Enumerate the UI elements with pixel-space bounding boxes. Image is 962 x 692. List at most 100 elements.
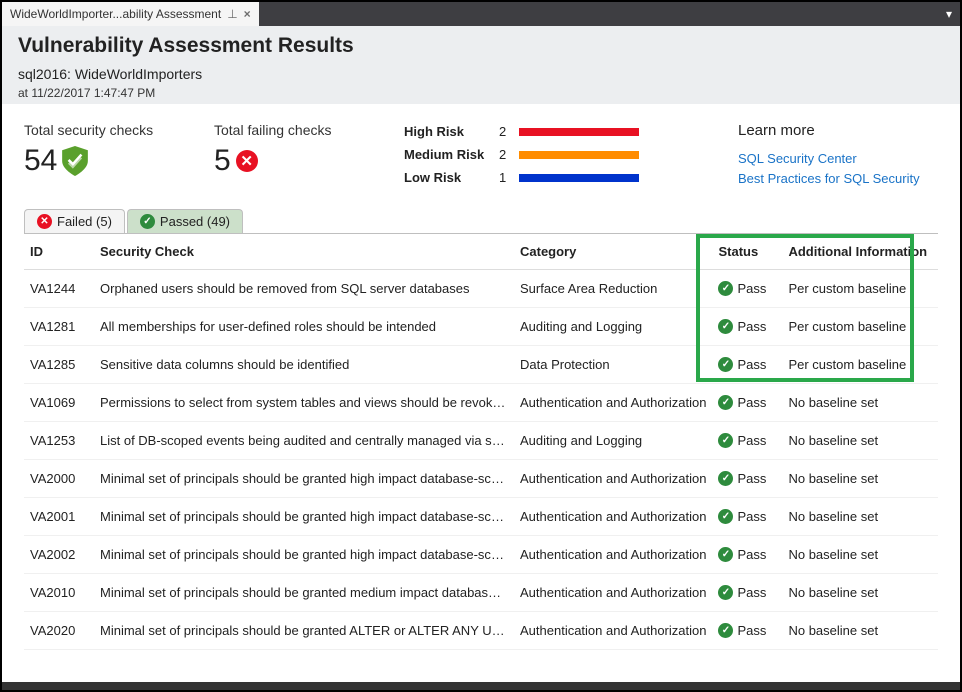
cell-security-check: Minimal set of principals should be gran… <box>94 460 514 498</box>
cell-status: ✓Pass <box>712 460 782 498</box>
check-icon: ✓ <box>718 623 733 638</box>
scan-timestamp: at 11/22/2017 1:47:47 PM <box>18 86 944 100</box>
cell-id: VA2000 <box>24 460 94 498</box>
cell-category: Authentication and Authorization <box>514 574 712 612</box>
table-row[interactable]: VA2020Minimal set of principals should b… <box>24 612 938 650</box>
result-tabs: ✕ Failed (5) ✓ Passed (49) <box>2 209 960 233</box>
table-row[interactable]: VA1281All memberships for user-defined r… <box>24 308 938 346</box>
failing-checks-value: 5 <box>214 144 231 178</box>
cell-additional-info: No baseline set <box>782 612 938 650</box>
risk-row: Low Risk1 <box>404 170 639 185</box>
server-database-label: sql2016: WideWorldImporters <box>18 66 944 82</box>
cell-category: Surface Area Reduction <box>514 270 712 308</box>
risk-row: Medium Risk2 <box>404 147 639 162</box>
cell-category: Authentication and Authorization <box>514 536 712 574</box>
results-table-wrap: ID Security Check Category Status Additi… <box>2 234 960 660</box>
risk-row: High Risk2 <box>404 124 639 139</box>
check-icon: ✓ <box>718 319 733 334</box>
total-security-checks: Total security checks 54 <box>24 122 184 193</box>
check-icon: ✓ <box>140 214 155 229</box>
cell-category: Authentication and Authorization <box>514 460 712 498</box>
cell-category: Authentication and Authorization <box>514 498 712 536</box>
table-row[interactable]: VA1285Sensitive data columns should be i… <box>24 346 938 384</box>
cell-id: VA1281 <box>24 308 94 346</box>
col-category[interactable]: Category <box>514 234 712 270</box>
cell-id: VA2020 <box>24 612 94 650</box>
total-checks-value: 54 <box>24 144 57 178</box>
fail-icon: ✕ <box>236 150 258 172</box>
col-check[interactable]: Security Check <box>94 234 514 270</box>
cell-additional-info: No baseline set <box>782 574 938 612</box>
risk-bar <box>519 128 639 136</box>
table-row[interactable]: VA2000Minimal set of principals should b… <box>24 460 938 498</box>
table-row[interactable]: VA1244Orphaned users should be removed f… <box>24 270 938 308</box>
cell-id: VA1244 <box>24 270 94 308</box>
results-header: Vulnerability Assessment Results sql2016… <box>2 26 960 104</box>
cell-additional-info: Per custom baseline <box>782 270 938 308</box>
check-icon: ✓ <box>718 547 733 562</box>
table-header-row: ID Security Check Category Status Additi… <box>24 234 938 270</box>
risk-bar <box>519 174 639 182</box>
cell-category: Data Protection <box>514 346 712 384</box>
cell-status: ✓Pass <box>712 498 782 536</box>
cell-additional-info: No baseline set <box>782 460 938 498</box>
col-status[interactable]: Status <box>712 234 782 270</box>
app-window: WideWorldImporter...ability Assessment ⊥… <box>0 0 962 692</box>
cell-id: VA2010 <box>24 574 94 612</box>
cell-additional-info: No baseline set <box>782 536 938 574</box>
learn-more-panel: Learn more SQL Security Center Best Prac… <box>738 122 938 193</box>
col-id[interactable]: ID <box>24 234 94 270</box>
page-title: Vulnerability Assessment Results <box>18 34 944 58</box>
summary-row: Total security checks 54 Total failing c… <box>2 104 960 207</box>
cell-status: ✓Pass <box>712 270 782 308</box>
risk-name: Low Risk <box>404 170 489 185</box>
cell-id: VA2001 <box>24 498 94 536</box>
cell-security-check: Minimal set of principals should be gran… <box>94 498 514 536</box>
cell-status: ✓Pass <box>712 346 782 384</box>
cell-id: VA1069 <box>24 384 94 422</box>
learn-more-link[interactable]: SQL Security Center <box>738 149 938 169</box>
risk-bar <box>519 151 639 159</box>
cell-security-check: Minimal set of principals should be gran… <box>94 612 514 650</box>
check-icon: ✓ <box>718 433 733 448</box>
results-table: ID Security Check Category Status Additi… <box>24 234 938 650</box>
document-tab[interactable]: WideWorldImporter...ability Assessment ⊥… <box>2 2 259 26</box>
check-icon: ✓ <box>718 395 733 410</box>
total-checks-label: Total security checks <box>24 122 184 138</box>
tab-passed[interactable]: ✓ Passed (49) <box>127 209 243 233</box>
cell-category: Authentication and Authorization <box>514 384 712 422</box>
cell-security-check: Minimal set of principals should be gran… <box>94 574 514 612</box>
pin-icon[interactable]: ⊥ <box>227 7 237 21</box>
col-info[interactable]: Additional Information <box>782 234 938 270</box>
titlebar-dropdown[interactable]: ▾ <box>946 2 960 26</box>
check-icon: ✓ <box>718 357 733 372</box>
total-failing-checks: Total failing checks 5 ✕ <box>214 122 374 193</box>
failing-checks-label: Total failing checks <box>214 122 374 138</box>
cell-additional-info: No baseline set <box>782 498 938 536</box>
fail-icon: ✕ <box>37 214 52 229</box>
cell-id: VA2002 <box>24 536 94 574</box>
document-tab-label: WideWorldImporter...ability Assessment <box>10 7 221 21</box>
cell-status: ✓Pass <box>712 384 782 422</box>
cell-security-check: List of DB-scoped events being audited a… <box>94 422 514 460</box>
learn-more-link[interactable]: Best Practices for SQL Security <box>738 169 938 189</box>
cell-category: Authentication and Authorization <box>514 612 712 650</box>
table-row[interactable]: VA2001Minimal set of principals should b… <box>24 498 938 536</box>
tab-failed-label: Failed (5) <box>57 214 112 229</box>
cell-status: ✓Pass <box>712 422 782 460</box>
table-row[interactable]: VA2002Minimal set of principals should b… <box>24 536 938 574</box>
check-icon: ✓ <box>718 509 733 524</box>
tab-failed[interactable]: ✕ Failed (5) <box>24 209 125 233</box>
risk-breakdown: High Risk2 Medium Risk2 Low Risk1 <box>404 122 639 193</box>
table-row[interactable]: VA1069Permissions to select from system … <box>24 384 938 422</box>
check-icon: ✓ <box>718 471 733 486</box>
check-icon: ✓ <box>718 281 733 296</box>
cell-security-check: Permissions to select from system tables… <box>94 384 514 422</box>
table-row[interactable]: VA2010Minimal set of principals should b… <box>24 574 938 612</box>
shield-icon <box>62 146 88 176</box>
cell-category: Auditing and Logging <box>514 308 712 346</box>
table-row[interactable]: VA1253List of DB-scoped events being aud… <box>24 422 938 460</box>
cell-id: VA1253 <box>24 422 94 460</box>
cell-additional-info: Per custom baseline <box>782 308 938 346</box>
close-icon[interactable]: × <box>244 7 251 21</box>
